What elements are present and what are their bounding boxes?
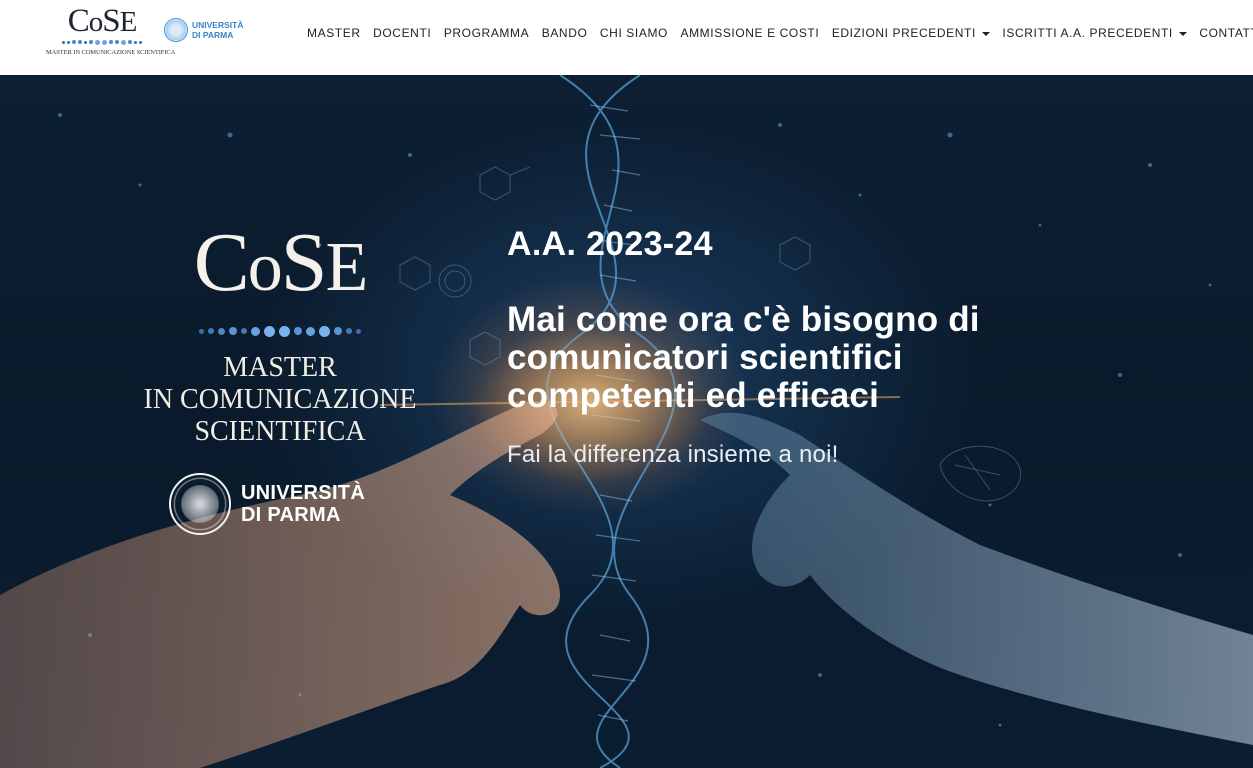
nav-label: AMMISSIONE E COSTI [680, 26, 820, 40]
caret-down-icon [1178, 31, 1187, 36]
wordmark-letter: E [119, 6, 138, 38]
university-seal-icon [168, 473, 231, 535]
nav-item-contatti[interactable]: CONTATTI [1199, 26, 1253, 40]
main-nav: MASTER DOCENTI PROGRAMMA BANDO CHI SIAMO… [307, 24, 1253, 42]
nav-item-docenti[interactable]: DOCENTI [373, 26, 431, 40]
nav-label: CONTATTI [1199, 26, 1253, 40]
nav-item-programma[interactable]: PROGRAMMA [444, 26, 529, 40]
hero-headline: Mai come ora c'è bisogno di comunicatori… [507, 300, 980, 415]
header-logos: CoSE MASTER IN COMUNICAZIONE SCIENTIFICA… [46, 3, 243, 58]
wordmark-letter: S [280, 216, 328, 309]
hero-cose-wordmark: CoSE [130, 221, 430, 308]
nav-item-chi-siamo[interactable]: CHI SIAMO [600, 26, 668, 40]
master-line: MASTER [223, 352, 337, 383]
nav-item-edizioni-precedenti[interactable]: EDIZIONI PRECEDENTI [832, 26, 990, 40]
hero-unipr-name: UNIVERSITÀ DI PARMA [241, 482, 365, 526]
unipr-line: DI PARMA [192, 30, 234, 40]
logo-dots [46, 39, 158, 45]
cose-wordmark: CoSE [46, 3, 158, 39]
unipr-name: UNIVERSITÀ DI PARMA [192, 20, 243, 40]
wordmark-letter: C [67, 3, 90, 39]
nav-item-iscritti-precedenti[interactable]: ISCRITTI A.A. PRECEDENTI [1002, 26, 1187, 40]
wordmark-letter: S [102, 3, 120, 39]
university-seal-icon [164, 18, 188, 42]
wordmark-letter: o [247, 229, 283, 306]
nav-item-master[interactable]: MASTER [307, 26, 361, 40]
master-line: IN COMUNICAZIONE [143, 384, 417, 415]
nav-label: ISCRITTI A.A. PRECEDENTI [1002, 26, 1173, 40]
site-header: CoSE MASTER IN COMUNICAZIONE SCIENTIFICA… [0, 0, 1253, 75]
nav-label: EDIZIONI PRECEDENTI [831, 26, 976, 40]
unipr-logo[interactable]: UNIVERSITÀ DI PARMA [164, 18, 243, 42]
nav-label: CHI SIAMO [599, 26, 668, 40]
hero-unipr-logo: UNIVERSITÀ DI PARMA [104, 473, 430, 535]
caret-down-icon [981, 31, 990, 36]
academic-year: A.A. 2023-24 [507, 225, 713, 263]
hero-banner: CoSE MASTER IN COMUNICAZIONE SCIENTIFICA [0, 75, 1253, 768]
nav-label: MASTER [307, 26, 361, 40]
unipr-line: UNIVERSITÀ [192, 20, 244, 30]
hero-tagline: Fai la differenza insieme a noi! [507, 441, 839, 468]
nav-label: BANDO [541, 26, 588, 40]
unipr-line: DI PARMA [240, 504, 341, 526]
wordmark-letter: o [88, 6, 103, 38]
wordmark-letter: E [325, 229, 368, 306]
hero-logo-dots [130, 324, 430, 338]
hero-cose-logo: CoSE MASTER IN COMUNICAZIONE SCIENTIFICA [130, 221, 430, 535]
wordmark-letter: C [193, 216, 250, 309]
nav-item-ammissione-costi[interactable]: AMMISSIONE E COSTI [680, 26, 819, 40]
nav-item-bando[interactable]: BANDO [542, 26, 588, 40]
nav-label: DOCENTI [373, 26, 432, 40]
unipr-line: UNIVERSITÀ [240, 482, 366, 504]
nav-label: PROGRAMMA [443, 26, 530, 40]
cose-subtitle: MASTER IN COMUNICAZIONE SCIENTIFICA [46, 49, 176, 56]
master-line: SCIENTIFICA [194, 416, 366, 447]
hero-master-title: MASTER IN COMUNICAZIONE SCIENTIFICA [130, 352, 430, 448]
cose-logo[interactable]: CoSE MASTER IN COMUNICAZIONE SCIENTIFICA [46, 3, 176, 57]
